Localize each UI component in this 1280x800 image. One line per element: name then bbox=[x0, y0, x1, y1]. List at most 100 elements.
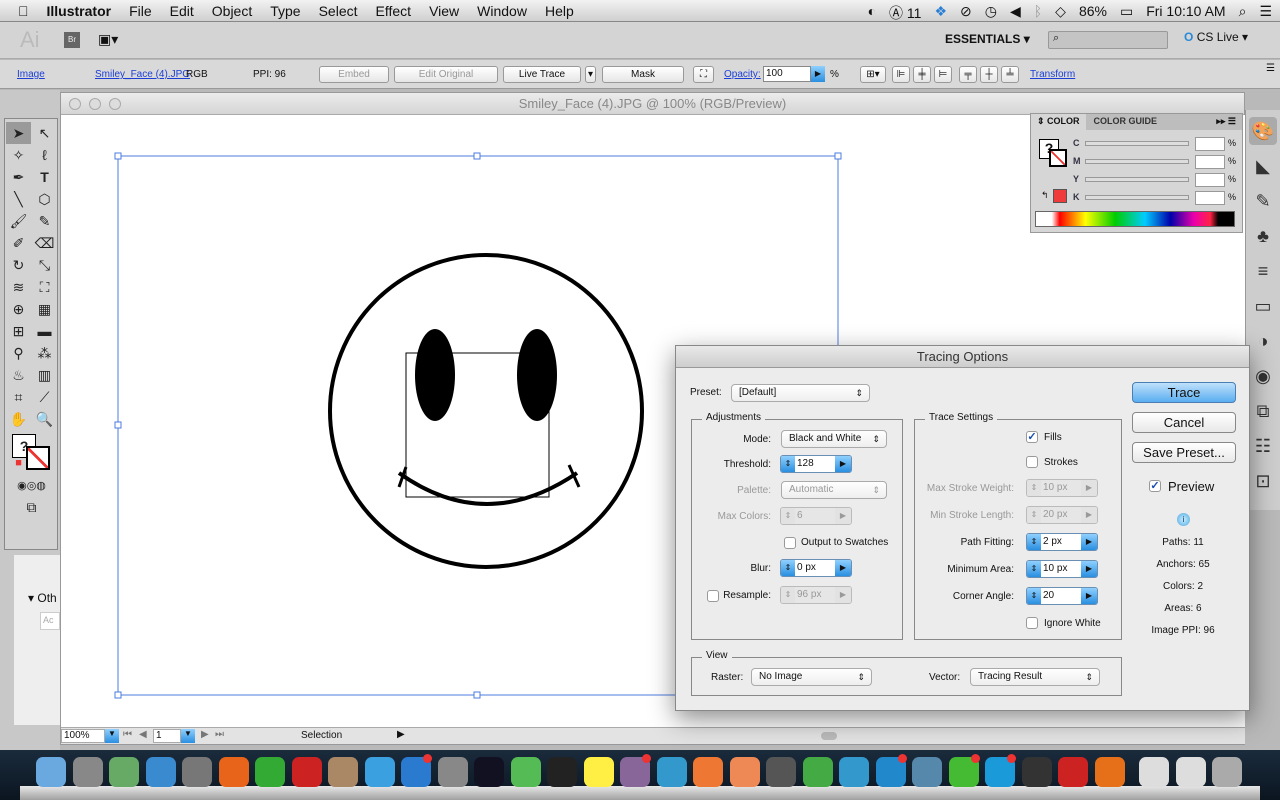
shape-builder-tool-icon[interactable]: ⊕ bbox=[6, 298, 31, 320]
channel-slider-c[interactable] bbox=[1085, 141, 1189, 146]
line-tool-icon[interactable]: ╲ bbox=[6, 188, 31, 210]
dock-launchpad-icon[interactable] bbox=[72, 757, 103, 787]
save-preset-button[interactable]: Save Preset... bbox=[1132, 442, 1236, 463]
stroke-icon[interactable]: ≡ bbox=[1249, 257, 1277, 285]
layers-icon[interactable]: ☷ bbox=[1249, 432, 1277, 460]
vector-select[interactable]: Tracing Result bbox=[970, 668, 1100, 686]
fill-stroke-swatches[interactable]: ? bbox=[6, 430, 57, 474]
clock[interactable]: Fri 10:10 AM bbox=[1146, 3, 1225, 23]
pen-tool-icon[interactable]: ✒ bbox=[6, 166, 31, 188]
max-stroke-weight-input[interactable]: ⇕ 10 px ▶ bbox=[1026, 479, 1098, 497]
spotlight-icon[interactable]: ⌕ bbox=[1239, 3, 1247, 23]
gradient-tool-icon[interactable]: ▬ bbox=[32, 320, 57, 342]
channel-slider-k[interactable] bbox=[1085, 195, 1189, 200]
path-fitting-input[interactable]: ⇕ 2 px ▶ bbox=[1026, 533, 1098, 551]
blur-value[interactable]: 0 px bbox=[795, 560, 835, 576]
zoom-dropdown[interactable]: ▼ bbox=[105, 729, 119, 743]
current-tool-status[interactable]: Selection bbox=[301, 730, 342, 741]
align-bottom-icon[interactable]: ╧ bbox=[1001, 66, 1019, 83]
control-menu-icon[interactable]: ☰ bbox=[1266, 63, 1275, 74]
sync-icon[interactable]: ⊘ bbox=[960, 3, 972, 23]
dock-messenger-icon[interactable] bbox=[656, 757, 687, 787]
brushes-icon[interactable]: ✎ bbox=[1249, 187, 1277, 215]
dock-photo-booth-icon[interactable] bbox=[109, 757, 139, 787]
channel-input-m[interactable] bbox=[1195, 155, 1225, 169]
transparency-icon[interactable]: ◑ bbox=[1249, 327, 1277, 355]
symbol-sprayer-tool-icon[interactable]: ♨ bbox=[6, 364, 31, 386]
dock-trash-icon[interactable] bbox=[1212, 757, 1242, 787]
max-colors-input[interactable]: ⇕ 6 ▶ bbox=[780, 507, 852, 525]
graphic-styles-icon[interactable]: ⧉ bbox=[1249, 397, 1277, 425]
horizontal-scrollbar-thumb[interactable] bbox=[821, 732, 837, 740]
bluetooth-icon[interactable]: ᛒ bbox=[1034, 3, 1042, 23]
menu-view[interactable]: View bbox=[429, 3, 459, 19]
artboard-dropdown[interactable]: ▼ bbox=[181, 729, 195, 743]
close-window-button[interactable] bbox=[69, 98, 81, 110]
type-tool-icon[interactable]: T bbox=[32, 166, 57, 188]
menu-help[interactable]: Help bbox=[545, 3, 574, 19]
blur-input[interactable]: ⇕ 0 px ▶ bbox=[780, 559, 852, 577]
slice-tool-icon[interactable]: ⟋ bbox=[32, 386, 57, 408]
apple-icon[interactable]:  bbox=[18, 3, 29, 19]
menu-effect[interactable]: Effect bbox=[376, 3, 412, 19]
channel-slider-y[interactable] bbox=[1085, 177, 1189, 182]
opacity-dropdown[interactable]: ▶ bbox=[811, 66, 825, 82]
mode-select[interactable]: Black and White bbox=[781, 430, 887, 448]
status-menu-arrow[interactable]: ▶ bbox=[397, 729, 405, 740]
crop-icon[interactable]: ⛶ bbox=[693, 66, 714, 83]
prev-artboard-button[interactable]: ◀ bbox=[139, 729, 147, 740]
pencil-tool-icon[interactable]: ✎ bbox=[32, 210, 57, 232]
menu-file[interactable]: File bbox=[129, 3, 152, 19]
menu-app[interactable]: Illustrator bbox=[47, 3, 112, 19]
menu-type[interactable]: Type bbox=[270, 3, 300, 19]
dock-facetime-icon[interactable] bbox=[182, 757, 212, 787]
align-left-icon[interactable]: ⊫ bbox=[892, 66, 910, 83]
dock-replicatorg-icon[interactable] bbox=[583, 757, 614, 787]
blob-brush-tool-icon[interactable]: ✐ bbox=[6, 232, 31, 254]
dock-iphoto-icon[interactable] bbox=[328, 757, 358, 787]
gradient-icon[interactable]: ▭ bbox=[1249, 292, 1277, 320]
channel-input-k[interactable] bbox=[1195, 191, 1225, 205]
column-graph-tool-icon[interactable]: ▥ bbox=[32, 364, 57, 386]
threshold-value[interactable]: 128 bbox=[795, 456, 835, 472]
artboard-tool-icon[interactable]: ⌗ bbox=[6, 386, 31, 408]
trace-button[interactable]: Trace bbox=[1132, 382, 1236, 403]
magic-wand-tool-icon[interactable]: ✧ bbox=[6, 144, 31, 166]
battery-percent[interactable]: 86% bbox=[1079, 3, 1107, 23]
bridge-button[interactable]: Br bbox=[64, 32, 80, 48]
opacity-link[interactable]: Opacity: bbox=[724, 69, 761, 80]
edit-original-button[interactable]: Edit Original bbox=[394, 66, 498, 83]
mesh-tool-icon[interactable]: ⊞ bbox=[6, 320, 31, 342]
dock-document-1-icon[interactable] bbox=[1139, 757, 1169, 787]
min-stroke-length-input[interactable]: ⇕ 20 px ▶ bbox=[1026, 506, 1098, 524]
slider-arrow-icon[interactable]: ▶ bbox=[835, 456, 851, 472]
lasso-tool-icon[interactable]: ℓ bbox=[32, 144, 57, 166]
dock-illustrator-icon[interactable] bbox=[1094, 757, 1125, 787]
preview-checkbox[interactable]: ✓ bbox=[1149, 480, 1161, 492]
align-top-icon[interactable]: ╤ bbox=[959, 66, 977, 83]
dock-scratch-icon[interactable] bbox=[693, 757, 723, 787]
stroke-swatch[interactable] bbox=[26, 446, 50, 470]
dock-document-2-icon[interactable] bbox=[1175, 757, 1206, 787]
search-input[interactable]: ⌕ bbox=[1048, 31, 1168, 49]
eyedropper-tool-icon[interactable]: ⚲ bbox=[6, 342, 31, 364]
tab-color[interactable]: ⇕ COLOR bbox=[1031, 114, 1086, 130]
dock-chrome-icon[interactable] bbox=[255, 757, 285, 787]
first-artboard-button[interactable]: ⏮ bbox=[123, 729, 132, 740]
zoom-window-button[interactable] bbox=[109, 98, 121, 110]
blend-tool-icon[interactable]: ⁂ bbox=[32, 342, 57, 364]
volume-icon[interactable]: ◀ bbox=[1010, 3, 1021, 23]
resample-input[interactable]: ⇕ 96 px ▶ bbox=[780, 586, 852, 604]
fragment-input[interactable]: Ac bbox=[40, 612, 60, 630]
menu-edit[interactable]: Edit bbox=[170, 3, 194, 19]
minimum-area-value[interactable]: 10 px bbox=[1041, 561, 1081, 577]
workspace-switcher[interactable]: ESSENTIALS ▾ bbox=[945, 32, 1030, 46]
minimum-area-input[interactable]: ⇕ 10 px ▶ bbox=[1026, 560, 1098, 578]
dock-terminal-icon[interactable] bbox=[547, 757, 577, 787]
color-spectrum[interactable] bbox=[1035, 211, 1235, 227]
dock-app-p-icon[interactable] bbox=[474, 757, 504, 787]
output-swatches-checkbox[interactable] bbox=[784, 537, 796, 549]
dock-app-gray-icon[interactable] bbox=[766, 757, 796, 787]
dock-app-w-icon[interactable] bbox=[839, 757, 869, 787]
wifi-icon[interactable]: ◇ bbox=[1055, 3, 1066, 23]
